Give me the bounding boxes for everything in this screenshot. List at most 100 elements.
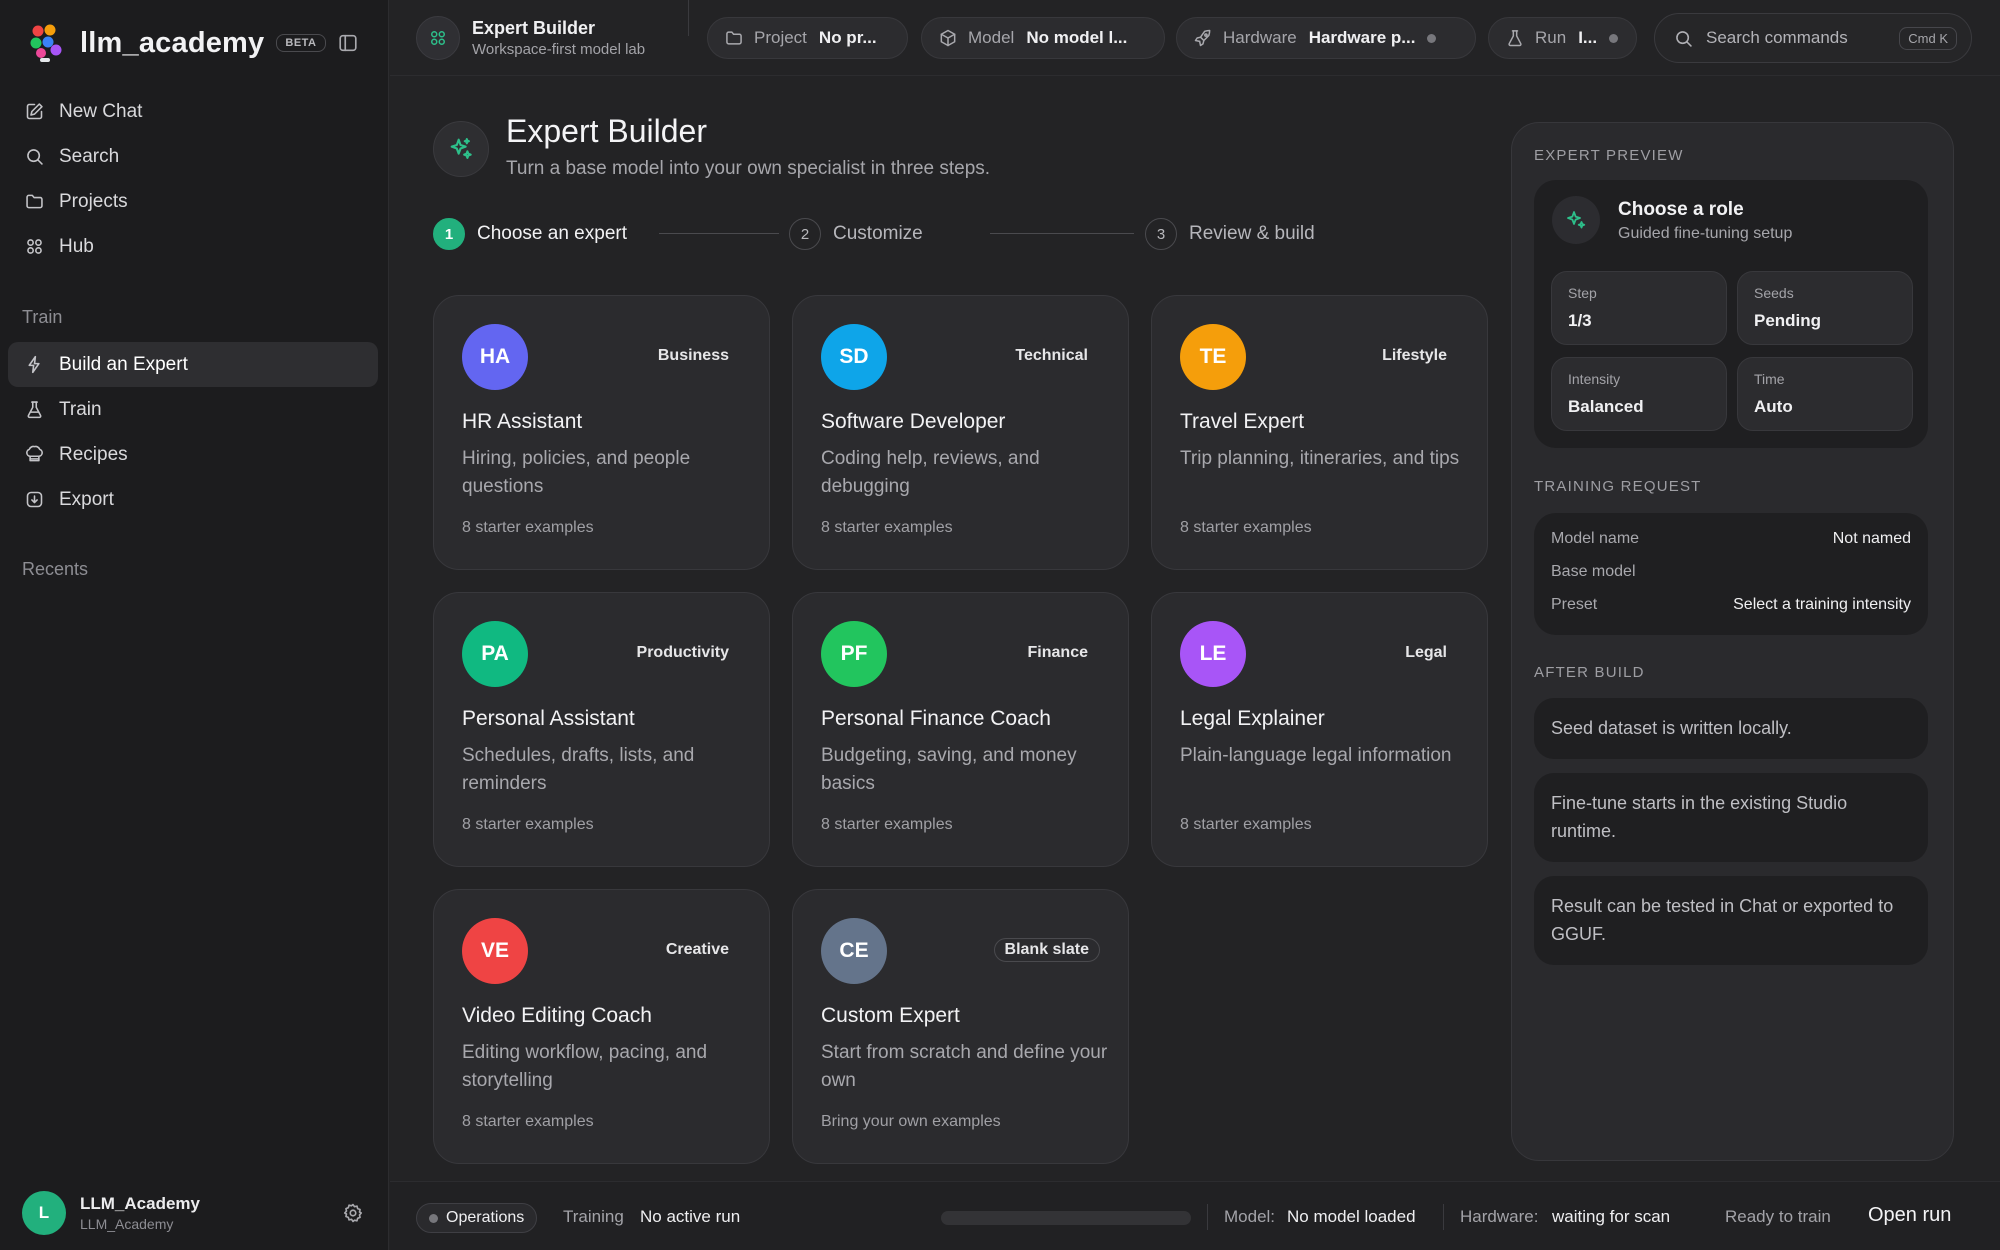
nav-projects[interactable]: Projects bbox=[8, 179, 378, 224]
hardware-selector[interactable]: Hardware Hardware p... bbox=[1176, 17, 1476, 59]
sparkles-icon bbox=[1552, 196, 1600, 244]
train-section-label: Train bbox=[22, 307, 63, 327]
step-choose-expert[interactable]: 1 Choose an expert bbox=[433, 217, 627, 251]
category-tag: Business bbox=[657, 347, 729, 364]
step-label: Review & build bbox=[1189, 223, 1315, 244]
training-request-heading: TRAINING REQUEST bbox=[1534, 478, 1702, 495]
expert-avatar: SD bbox=[821, 324, 887, 390]
project-value: No pr... bbox=[818, 28, 877, 47]
operations-button[interactable]: Operations bbox=[416, 1203, 538, 1233]
open-run-button[interactable]: Open run bbox=[1868, 1204, 1951, 1227]
command-search-placeholder: Search commands bbox=[1706, 28, 1848, 47]
expert-title: Custom Expert bbox=[821, 1004, 960, 1027]
category-tag: Creative bbox=[665, 941, 729, 958]
expert-card-personal-finance-coach[interactable]: PF Finance Personal Finance Coach Budget… bbox=[792, 592, 1129, 867]
nav-hub[interactable]: Hub bbox=[8, 224, 378, 269]
nav-label: Search bbox=[59, 145, 120, 167]
nav-label: Train bbox=[59, 398, 102, 420]
stepper: 1 Choose an expert 2 Customize 3 Review … bbox=[433, 217, 1333, 251]
expert-card-travel-expert[interactable]: TE Lifestyle Travel Expert Trip planning… bbox=[1151, 295, 1488, 570]
nav-search[interactable]: Search bbox=[8, 134, 378, 179]
stat-seeds: Seeds Pending bbox=[1737, 271, 1913, 345]
brand[interactable]: llm_academy BETA bbox=[28, 22, 326, 64]
stat-label: Time bbox=[1754, 371, 1785, 387]
after-build-heading: AFTER BUILD bbox=[1534, 664, 1645, 681]
training-label: Training bbox=[563, 1207, 624, 1226]
expert-title: Personal Assistant bbox=[462, 707, 635, 730]
hardware-status-value: waiting for scan bbox=[1552, 1207, 1671, 1226]
grid-icon bbox=[27, 239, 42, 254]
training-value: No active run bbox=[640, 1207, 741, 1226]
sidebar-toggle-icon[interactable] bbox=[337, 32, 361, 56]
expert-description: Schedules, drafts, lists, and reminders bbox=[462, 745, 695, 794]
run-value: I... bbox=[1578, 28, 1598, 47]
model-value: No model l... bbox=[1026, 28, 1128, 47]
rocket-icon bbox=[1194, 29, 1211, 47]
expert-card-personal-assistant[interactable]: PA Productivity Personal Assistant Sched… bbox=[433, 592, 770, 867]
expert-description: Coding help, reviews, and debugging bbox=[821, 448, 1040, 497]
nav-label: Hub bbox=[59, 235, 94, 257]
app-title: Expert Builder bbox=[472, 18, 596, 38]
nav-recipes[interactable]: Recipes bbox=[8, 432, 378, 477]
chef-hat-icon bbox=[26, 445, 43, 462]
expert-card-legal-explainer[interactable]: LE Legal Legal Explainer Plain-language … bbox=[1151, 592, 1488, 867]
step-customize[interactable]: 2 Customize bbox=[789, 217, 923, 251]
category-tag: Legal bbox=[1405, 644, 1447, 661]
request-value: Not named bbox=[1832, 530, 1911, 547]
status-bar: Operations Training No active run Model:… bbox=[390, 1181, 2000, 1250]
nav-export[interactable]: Export bbox=[8, 477, 378, 522]
after-build-item: Seed dataset is written locally. bbox=[1534, 698, 1928, 759]
expert-meta: 8 starter examples bbox=[1180, 519, 1312, 536]
after-build-item: Fine-tune starts in the existing Studio … bbox=[1534, 773, 1928, 862]
settings-gear-icon[interactable] bbox=[342, 1202, 366, 1226]
expert-builder-main: Expert Builder Turn a base model into yo… bbox=[390, 77, 2000, 1180]
model-selector[interactable]: Model No model l... bbox=[921, 17, 1165, 59]
nav-label: Export bbox=[59, 488, 114, 510]
expert-description: Start from scratch and define your own bbox=[821, 1042, 1108, 1091]
avatar: L bbox=[22, 1191, 66, 1235]
page-subtitle: Turn a base model into your own speciali… bbox=[506, 158, 991, 179]
run-label: Run bbox=[1535, 28, 1567, 47]
after-build-item: Result can be tested in Chat or exported… bbox=[1534, 876, 1928, 965]
nav-train[interactable]: Train bbox=[8, 387, 378, 432]
expert-title: Legal Explainer bbox=[1180, 707, 1325, 730]
stat-value: Balanced bbox=[1568, 397, 1644, 416]
expert-card-custom-expert[interactable]: CE Blank slate Custom Expert Start from … bbox=[792, 889, 1129, 1164]
hardware-status-label: Hardware: bbox=[1460, 1207, 1539, 1226]
flask-icon bbox=[27, 401, 42, 419]
expert-description: Budgeting, saving, and money basics bbox=[821, 745, 1077, 794]
expert-avatar: HA bbox=[462, 324, 528, 390]
preview-title: Choose a role bbox=[1618, 199, 1744, 220]
run-selector[interactable]: Run I... bbox=[1488, 17, 1637, 59]
app-grid-icon bbox=[416, 16, 460, 60]
expert-card-hr-assistant[interactable]: HA Business HR Assistant Hiring, policie… bbox=[433, 295, 770, 570]
expert-card-video-editing-coach[interactable]: VE Creative Video Editing Coach Editing … bbox=[433, 889, 770, 1164]
project-selector[interactable]: Project No pr... bbox=[707, 17, 908, 59]
nav-build-an-expert[interactable]: Build an Expert bbox=[8, 342, 378, 387]
preview-heading: EXPERT PREVIEW bbox=[1534, 147, 1684, 164]
primary-nav: New Chat Search Projects Hub bbox=[8, 89, 378, 269]
folder-icon bbox=[26, 194, 43, 209]
expert-card-software-developer[interactable]: SD Technical Software Developer Coding h… bbox=[792, 295, 1129, 570]
step-review-build[interactable]: 3 Review & build bbox=[1145, 217, 1315, 251]
expert-description: Hiring, policies, and people questions bbox=[462, 448, 691, 497]
training-progress-bar bbox=[941, 1211, 1191, 1225]
expert-meta: 8 starter examples bbox=[462, 816, 594, 833]
request-row-preset: Preset Select a training intensity bbox=[1551, 596, 1911, 618]
expert-preview-panel: EXPERT PREVIEW Choose a role Guided fine… bbox=[1511, 122, 1954, 1161]
brand-logo-icon bbox=[30, 24, 62, 62]
expert-title: Travel Expert bbox=[1180, 410, 1305, 433]
nav-new-chat[interactable]: New Chat bbox=[8, 89, 378, 134]
command-search[interactable]: Search commands Cmd K bbox=[1654, 13, 1972, 63]
download-icon bbox=[26, 491, 43, 508]
category-tag: Productivity bbox=[636, 644, 729, 661]
user-profile[interactable]: L LLM_Academy LLM_Academy bbox=[22, 1191, 200, 1235]
expert-meta: 8 starter examples bbox=[462, 1113, 594, 1130]
request-row-base-model: Base model bbox=[1551, 563, 1911, 585]
user-name: LLM_Academy bbox=[80, 1194, 200, 1213]
expert-meta: 8 starter examples bbox=[821, 519, 953, 536]
app-switcher[interactable]: Expert Builder Workspace-first model lab bbox=[416, 16, 645, 60]
expert-meta: 8 starter examples bbox=[821, 816, 953, 833]
hardware-value: Hardware p... bbox=[1308, 28, 1416, 47]
edit-icon bbox=[26, 103, 43, 120]
